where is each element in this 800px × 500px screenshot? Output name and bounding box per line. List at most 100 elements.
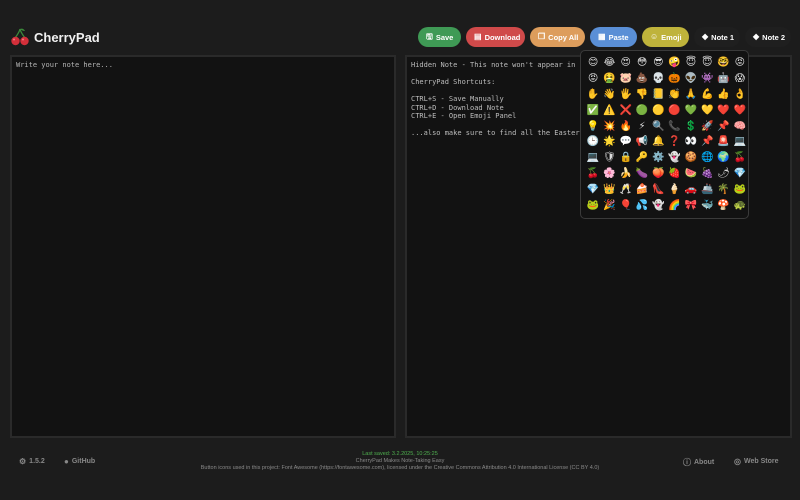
emoji-option[interactable]: ⚠️ xyxy=(601,103,617,119)
emoji-option[interactable]: 😡 xyxy=(732,55,748,71)
emoji-option[interactable]: 🚗 xyxy=(683,182,699,198)
emoji-option[interactable]: 🎀 xyxy=(683,198,699,214)
emoji-option[interactable]: 💎 xyxy=(732,166,748,182)
emoji-option[interactable]: 💡 xyxy=(585,119,601,135)
emoji-option[interactable]: 🎈 xyxy=(618,198,634,214)
emoji-option[interactable]: 🍆 xyxy=(634,166,650,182)
emoji-option[interactable]: 🤮 xyxy=(601,71,617,87)
emoji-option[interactable]: 🔥 xyxy=(618,119,634,135)
emoji-option[interactable]: 🔔 xyxy=(650,134,666,150)
emoji-option[interactable]: 🍒 xyxy=(585,166,601,182)
emoji-option[interactable]: 🎃 xyxy=(666,71,682,87)
emoji-option[interactable]: 😱 xyxy=(732,71,748,87)
emoji-option[interactable]: 🌐 xyxy=(699,150,715,166)
emoji-option[interactable]: 👎 xyxy=(634,87,650,103)
emoji-option[interactable]: 🍓 xyxy=(666,166,682,182)
emoji-option[interactable]: 🌶 xyxy=(715,166,731,182)
emoji-button[interactable]: ☺ Emoji xyxy=(642,27,689,47)
emoji-option[interactable]: 🟡 xyxy=(650,103,666,119)
emoji-option[interactable]: 🔍 xyxy=(650,119,666,135)
emoji-option[interactable]: 🚀 xyxy=(699,119,715,135)
emoji-option[interactable]: 💻 xyxy=(585,150,601,166)
emoji-option[interactable]: ✅ xyxy=(585,103,601,119)
emoji-option[interactable]: 🌈 xyxy=(666,198,682,214)
emoji-option[interactable]: 👍 xyxy=(715,87,731,103)
emoji-option[interactable]: 💬 xyxy=(618,134,634,150)
emoji-option[interactable]: 🔑 xyxy=(634,150,650,166)
emoji-option[interactable]: 🐳 xyxy=(699,198,715,214)
emoji-option[interactable]: ❤️ xyxy=(732,103,748,119)
emoji-option[interactable]: 💻 xyxy=(732,134,748,150)
emoji-option[interactable]: 📒 xyxy=(650,87,666,103)
emoji-option[interactable]: 🧠 xyxy=(732,119,748,135)
note-editor[interactable] xyxy=(12,57,394,436)
emoji-option[interactable]: ❌ xyxy=(618,103,634,119)
emoji-option[interactable]: 🍑 xyxy=(650,166,666,182)
emoji-option[interactable]: 🍒 xyxy=(732,150,748,166)
emoji-option[interactable]: 🚨 xyxy=(715,134,731,150)
emoji-option[interactable]: 🍦 xyxy=(666,182,682,198)
emoji-option[interactable]: 🍇 xyxy=(699,166,715,182)
emoji-option[interactable]: 👻 xyxy=(650,198,666,214)
emoji-option[interactable]: 🙏 xyxy=(683,87,699,103)
emoji-option[interactable]: 🍪 xyxy=(683,150,699,166)
emoji-option[interactable]: 📞 xyxy=(666,119,682,135)
emoji-option[interactable]: 🤓 xyxy=(715,55,731,71)
emoji-option[interactable]: 💎 xyxy=(585,182,601,198)
emoji-option[interactable]: 💛 xyxy=(699,103,715,119)
save-button[interactable]: 🖫 Save xyxy=(418,27,461,47)
emoji-option[interactable]: 🐸 xyxy=(585,198,601,214)
emoji-option[interactable]: 👠 xyxy=(650,182,666,198)
github-link[interactable]: ● GitHub xyxy=(64,457,95,466)
emoji-option[interactable]: 😎 xyxy=(650,55,666,71)
emoji-option[interactable]: 🤖 xyxy=(715,71,731,87)
emoji-option[interactable]: 😳 xyxy=(634,55,650,71)
emoji-option[interactable]: 🍌 xyxy=(618,166,634,182)
emoji-option[interactable]: 😡 xyxy=(585,71,601,87)
emoji-option[interactable]: 🌟 xyxy=(601,134,617,150)
emoji-option[interactable]: 👾 xyxy=(699,71,715,87)
emoji-option[interactable]: ❓ xyxy=(666,134,682,150)
emoji-option[interactable]: 🤪 xyxy=(666,55,682,71)
emoji-option[interactable]: 👀 xyxy=(683,134,699,150)
emoji-option[interactable]: ⚙️ xyxy=(650,150,666,166)
note-1-button[interactable]: ◆ Note 1 xyxy=(694,27,740,47)
emoji-option[interactable]: 💩 xyxy=(634,71,650,87)
webstore-link[interactable]: ◎ Web Store xyxy=(734,457,778,466)
emoji-option[interactable]: 👌 xyxy=(732,87,748,103)
emoji-option[interactable]: 🌍 xyxy=(715,150,731,166)
emoji-option[interactable]: 😇 xyxy=(699,55,715,71)
emoji-option[interactable]: 🐷 xyxy=(618,71,634,87)
emoji-option[interactable]: 💚 xyxy=(683,103,699,119)
emoji-option[interactable]: 👏 xyxy=(666,87,682,103)
emoji-option[interactable]: 💪 xyxy=(699,87,715,103)
note-2-button[interactable]: ◆ Note 2 xyxy=(745,27,791,47)
emoji-option[interactable]: 👑 xyxy=(601,182,617,198)
about-link[interactable]: ⓘ About xyxy=(683,457,714,468)
emoji-option[interactable]: 😇 xyxy=(683,55,699,71)
emoji-option[interactable]: 💲 xyxy=(683,119,699,135)
emoji-option[interactable]: 🎉 xyxy=(601,198,617,214)
emoji-option[interactable]: 🐢 xyxy=(732,198,748,214)
emoji-option[interactable]: 🍄 xyxy=(715,198,731,214)
emoji-option[interactable]: 🍰 xyxy=(634,182,650,198)
emoji-option[interactable]: 🔴 xyxy=(666,103,682,119)
emoji-option[interactable]: 😂 xyxy=(601,55,617,71)
emoji-option[interactable]: 📢 xyxy=(634,134,650,150)
emoji-option[interactable]: 💥 xyxy=(601,119,617,135)
emoji-option[interactable]: 🔒 xyxy=(618,150,634,166)
emoji-option[interactable]: 🍉 xyxy=(683,166,699,182)
emoji-option[interactable]: 🕒 xyxy=(585,134,601,150)
emoji-option[interactable]: 📌 xyxy=(699,134,715,150)
emoji-option[interactable]: 👋 xyxy=(601,87,617,103)
emoji-option[interactable]: 🖐 xyxy=(618,87,634,103)
version-link[interactable]: ⚙ 1.5.2 xyxy=(19,457,45,466)
emoji-option[interactable]: 🟢 xyxy=(634,103,650,119)
emoji-option[interactable]: 😊 xyxy=(585,55,601,71)
emoji-option[interactable]: 🌸 xyxy=(601,166,617,182)
emoji-option[interactable]: 🛡 xyxy=(601,150,617,166)
emoji-option[interactable]: 📌 xyxy=(715,119,731,135)
emoji-option[interactable]: 💀 xyxy=(650,71,666,87)
emoji-option[interactable]: 🐸 xyxy=(732,182,748,198)
emoji-option[interactable]: ✋ xyxy=(585,87,601,103)
